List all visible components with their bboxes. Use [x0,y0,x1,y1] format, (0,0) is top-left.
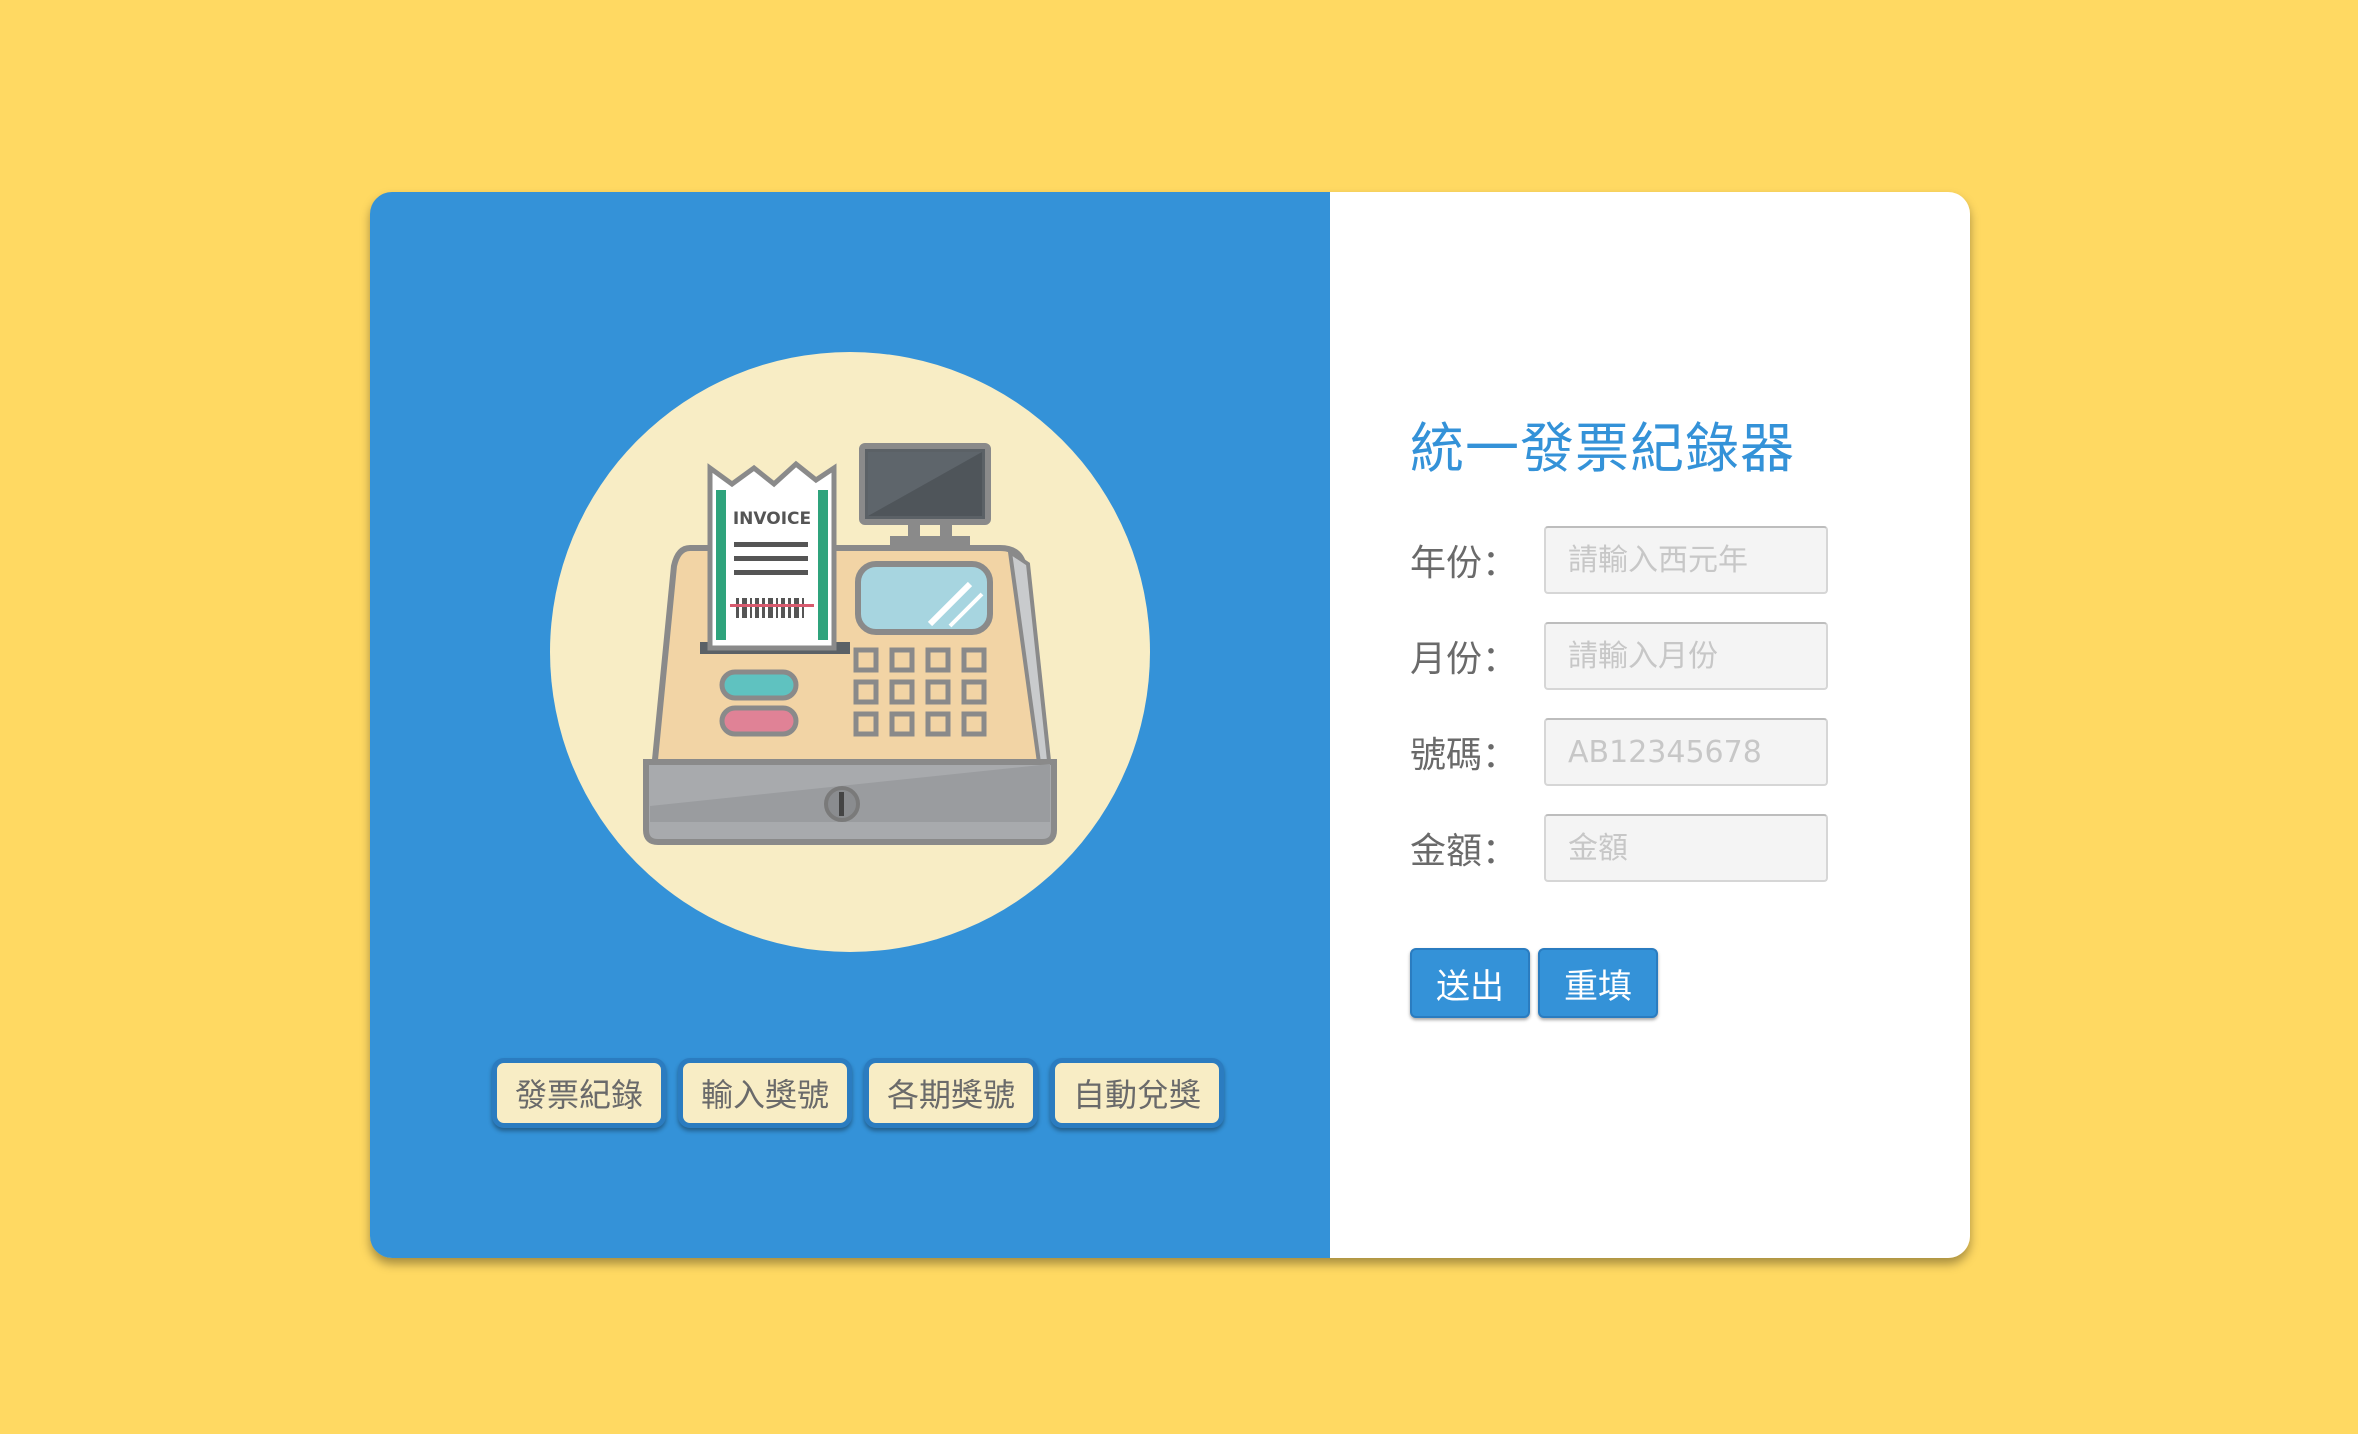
main-card: INVOICE 發票紀錄 輸入獎號 各期獎號 自動兌獎 統一發票紀錄器 年份： … [370,192,1970,1258]
year-input[interactable] [1544,526,1828,594]
reset-button[interactable]: 重填 [1538,948,1658,1018]
nav-enter-winning-numbers-button[interactable]: 輸入獎號 [678,1058,853,1128]
number-row: 號碼： [1410,718,1828,786]
year-label: 年份： [1410,543,1519,584]
nav-auto-redeem-button[interactable]: 自動兌獎 [1050,1058,1225,1128]
month-label: 月份： [1410,639,1519,680]
page-title: 統一發票紀錄器 [1410,417,1795,480]
nav-invoice-records-button[interactable]: 發票紀錄 [492,1058,667,1128]
nav-bar: 發票紀錄 輸入獎號 各期獎號 自動兌獎 [492,1058,1225,1128]
invoice-number-input[interactable] [1544,718,1828,786]
amount-input[interactable] [1544,814,1828,882]
form-actions: 送出 重填 [1410,948,1658,1018]
month-input[interactable] [1544,622,1828,690]
year-row: 年份： [1410,526,1828,594]
amount-label: 金額： [1410,831,1519,872]
nav-winning-numbers-by-period-button[interactable]: 各期獎號 [864,1058,1039,1128]
month-row: 月份： [1410,622,1828,690]
number-label: 號碼： [1410,735,1519,776]
left-panel: INVOICE 發票紀錄 輸入獎號 各期獎號 自動兌獎 [370,192,1330,1258]
cash-register-icon: INVOICE [550,352,1150,952]
invoice-receipt-text: INVOICE [733,509,811,529]
amount-row: 金額： [1410,814,1828,882]
submit-button[interactable]: 送出 [1410,948,1530,1018]
form-panel: 統一發票紀錄器 年份： 月份： 號碼： 金額： 送出 重填 [1330,192,1970,1258]
